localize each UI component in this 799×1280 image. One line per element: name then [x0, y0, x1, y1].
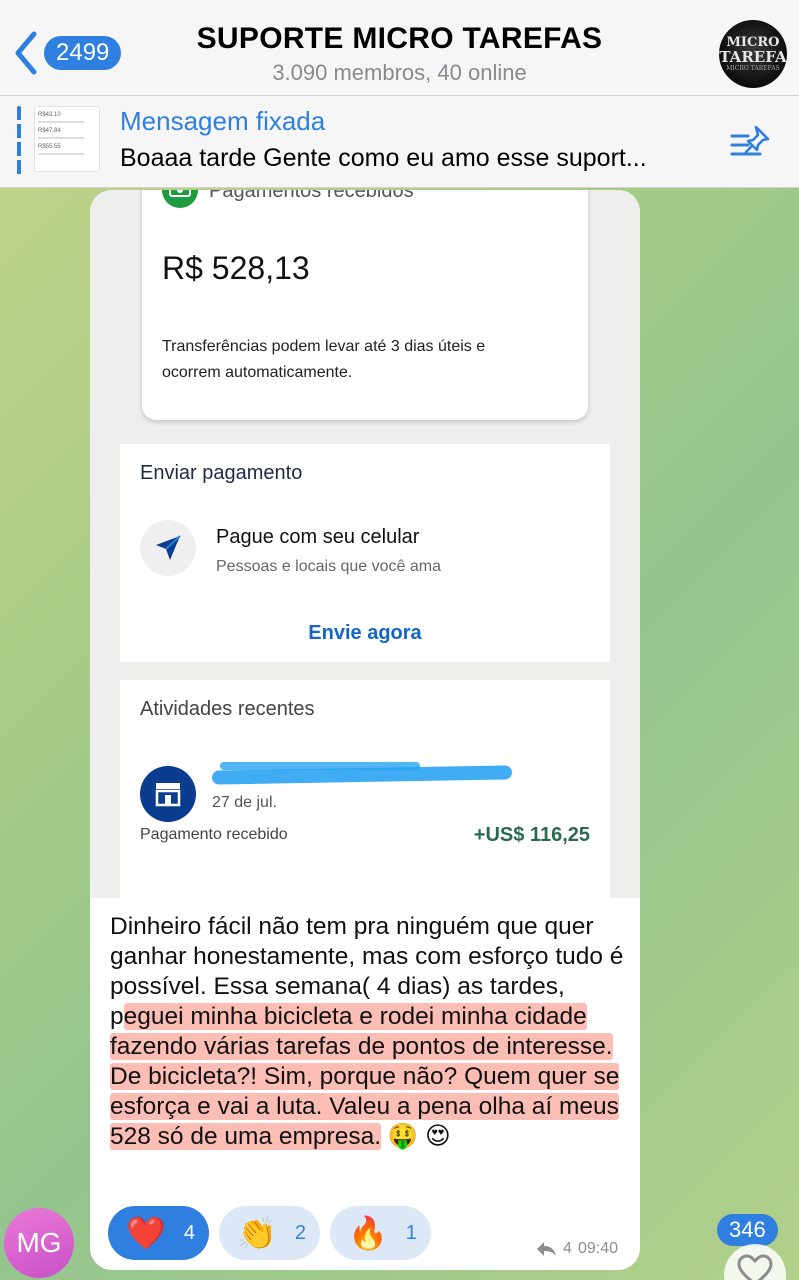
heart-outline-icon: [737, 1254, 773, 1280]
send-now-link: Envie agora: [308, 622, 422, 644]
reaction-clap[interactable]: 👏 2: [218, 1206, 320, 1260]
clapping-hands-icon: 👏: [236, 1215, 277, 1251]
reaction-heart[interactable]: ❤️ 4: [108, 1206, 209, 1260]
message-time: 09:40: [577, 1240, 618, 1257]
unread-mentions-badge[interactable]: 346: [717, 1214, 778, 1246]
thumb-line: R$47.84: [38, 128, 61, 134]
attached-screenshot[interactable]: Pagamentos recebidos R$ 528,13 Transferê…: [90, 190, 640, 898]
recent-activity-card: Atividades recentes 27 de jul. Pagamento…: [120, 680, 610, 898]
fire-icon: 🔥: [347, 1215, 388, 1251]
thumb-line: R$55.55: [38, 144, 61, 150]
chat-title[interactable]: SUPORTE MICRO TAREFAS: [0, 22, 799, 56]
payments-amount: R$ 528,13: [162, 250, 310, 286]
send-payment-card: Enviar pagamento Pague com seu celular P…: [120, 444, 610, 662]
reaction-count: 4: [183, 1221, 195, 1244]
heart-icon: ❤️: [126, 1215, 166, 1251]
pinned-list-icon[interactable]: [730, 124, 772, 160]
message-emojis: 🤑 😍: [387, 1123, 451, 1150]
send-title: Enviar pagamento: [140, 462, 303, 484]
reaction-count: 1: [405, 1221, 417, 1244]
message-bubble[interactable]: Pagamentos recebidos R$ 528,13 Transferê…: [90, 190, 640, 1270]
reaction-fire[interactable]: 🔥 1: [329, 1206, 431, 1260]
sender-avatar[interactable]: MG: [4, 1208, 74, 1278]
payments-note: Transferências podem levar até 3 dias út…: [162, 338, 486, 381]
message-highlight: eguei minha bicicleta e rodei minha cida…: [110, 1003, 620, 1150]
activity-title: Atividades recentes: [140, 698, 315, 720]
avatar-text-3: MICRO TAREFAS: [726, 65, 780, 72]
activity-status: Pagamento recebido: [140, 826, 288, 843]
thumb-line: R$43.10: [38, 112, 61, 118]
reactions-jump-button[interactable]: [724, 1244, 786, 1280]
pinned-text: Boaaa tarde Gente como eu amo esse supor…: [120, 144, 647, 172]
payments-title: Pagamentos recebidos: [209, 190, 414, 202]
store-icon: [140, 766, 196, 822]
chat-header: 2499 SUPORTE MICRO TAREFAS 3.090 membros…: [0, 0, 799, 96]
message-meta: 4 09:40: [535, 1240, 618, 1258]
chat-subtitle: 3.090 membros, 40 online: [272, 60, 527, 85]
send-line2: Pessoas e locais que você ama: [216, 558, 442, 575]
money-icon: [162, 190, 198, 208]
avatar-text-2: TAREFA: [719, 48, 787, 66]
forward-count: 4: [563, 1240, 572, 1257]
reactions-row: ❤️ 4 👏 2 🔥 1: [108, 1206, 431, 1260]
pinned-thumbnail: R$43.10 R$47.84 R$55.55: [34, 106, 100, 172]
message-text: Dinheiro fácil não tem pra ninguém que q…: [110, 912, 630, 1152]
pinned-indicator: [17, 106, 21, 178]
send-arrow-icon: [140, 520, 196, 576]
forward-reply-icon: [537, 1242, 557, 1256]
group-avatar[interactable]: MICRO TAREFA MICRO TAREFAS: [719, 20, 787, 88]
activity-amount: +US$ 116,25: [473, 824, 590, 846]
reaction-count: 2: [294, 1221, 306, 1244]
activity-date: 27 de jul.: [212, 794, 277, 811]
send-line1: Pague com seu celular: [216, 526, 420, 548]
payments-received-card: Pagamentos recebidos R$ 528,13 Transferê…: [142, 190, 588, 420]
pinned-label: Mensagem fixada: [120, 106, 326, 136]
